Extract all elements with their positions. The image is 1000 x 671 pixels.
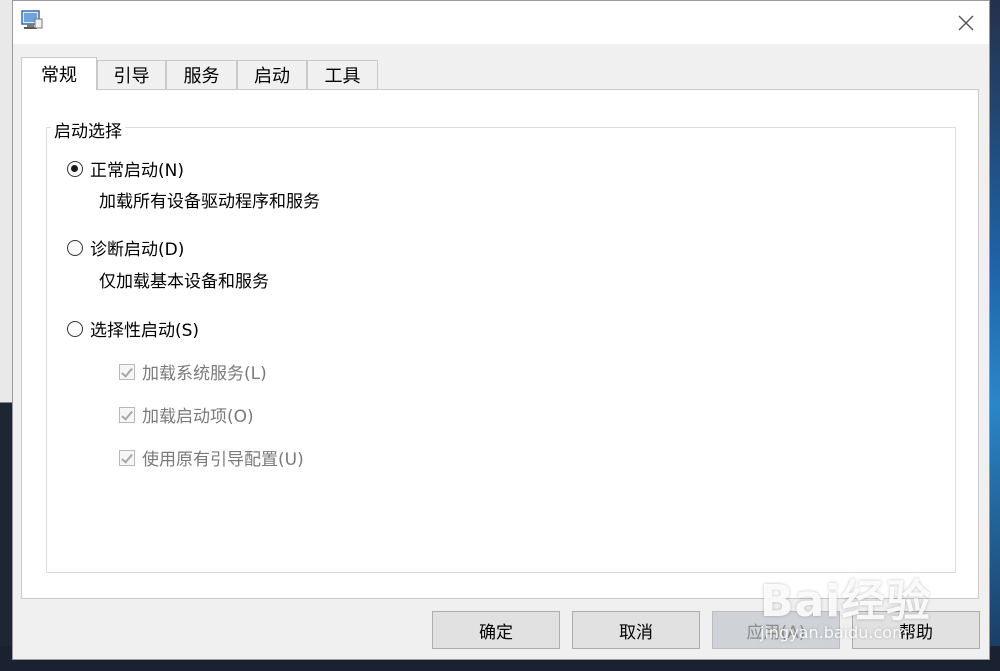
help-button[interactable]: 帮助 [852, 611, 980, 649]
checkbox-checked-disabled[interactable] [119, 449, 135, 466]
checkbox-checked-disabled[interactable] [119, 363, 135, 380]
radio-normal-label: 正常启动(N) [90, 161, 184, 181]
tab-tools[interactable]: 工具 [307, 60, 378, 89]
tab-general[interactable]: 常规 [21, 57, 97, 90]
cancel-button[interactable]: 取消 [572, 611, 700, 649]
checkbox-load-startup-items[interactable]: 加载启动项(O) [119, 402, 254, 427]
checkbox-label: 使用原有引导配置(U) [142, 450, 304, 470]
tab-boot[interactable]: 引导 [97, 60, 166, 89]
tab-services[interactable]: 服务 [166, 60, 237, 89]
diagnostic-startup-description: 仅加载基本设备和服务 [99, 272, 269, 292]
system-configuration-window: 常规 引导 服务 启动 工具 启动选择 正常启动(N) 加载所有设备驱动程序和服… [12, 0, 990, 660]
checkbox-checked-disabled[interactable] [119, 406, 135, 423]
radio-diagnostic-label: 诊断启动(D) [90, 240, 185, 260]
radio-button[interactable] [67, 320, 83, 337]
checkbox-label: 加载系统服务(L) [142, 364, 267, 384]
close-button[interactable] [943, 1, 989, 44]
startup-selection-group: 启动选择 正常启动(N) 加载所有设备驱动程序和服务 诊断启动(D) 仅加载基本… [46, 117, 956, 573]
radio-button[interactable] [67, 239, 83, 256]
radio-diagnostic-startup[interactable]: 诊断启动(D) [67, 235, 184, 260]
radio-selective-label: 选择性启动(S) [90, 321, 200, 341]
apply-button[interactable]: 应用(A) [712, 611, 840, 649]
msconfig-app-icon [21, 10, 43, 29]
tab-startup[interactable]: 启动 [237, 60, 307, 89]
normal-startup-description: 加载所有设备驱动程序和服务 [99, 192, 320, 212]
title-bar [13, 1, 989, 44]
checkbox-use-original-boot-config[interactable]: 使用原有引导配置(U) [119, 445, 304, 470]
ok-button[interactable]: 确定 [432, 611, 560, 649]
radio-normal-startup[interactable]: 正常启动(N) [67, 156, 184, 181]
checkbox-load-system-services[interactable]: 加载系统服务(L) [119, 359, 267, 384]
close-icon [958, 15, 974, 30]
tab-panel-general: 启动选择 正常启动(N) 加载所有设备驱动程序和服务 诊断启动(D) 仅加载基本… [21, 89, 979, 599]
group-title: 启动选择 [51, 117, 125, 142]
desktop-background-right [990, 0, 1000, 671]
checkbox-label: 加载启动项(O) [142, 407, 254, 427]
desktop-background-left [0, 0, 12, 671]
radio-selective-startup[interactable]: 选择性启动(S) [67, 316, 199, 341]
radio-button-checked[interactable] [67, 160, 83, 177]
